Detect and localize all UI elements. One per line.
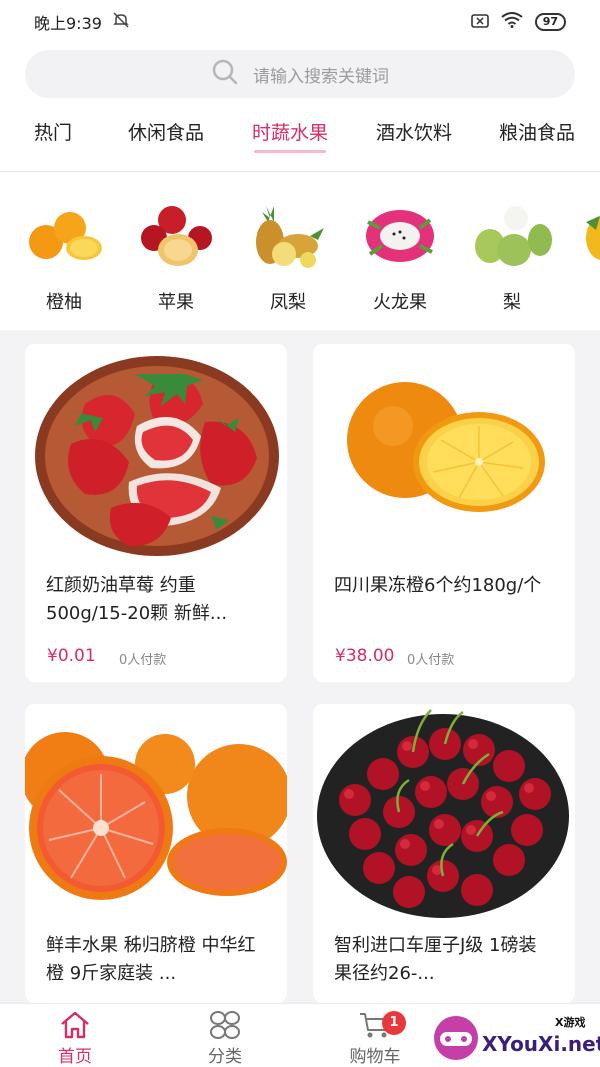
tab-hot[interactable]: 热门	[34, 118, 72, 145]
nav-cart[interactable]: 购物车 1	[325, 1010, 425, 1067]
product-card[interactable]: 红颜奶油草莓 约重500g/15-20颗 新鲜... ¥0.01 0人付款	[25, 344, 287, 682]
search-input[interactable]: 请输入搜索关键词	[25, 50, 575, 98]
nav-home[interactable]: 首页	[25, 1010, 125, 1067]
cherry-image	[313, 704, 575, 926]
status-bar: 晚上9:39 97	[0, 0, 600, 44]
watermark: X游戏 XYouXi.net	[430, 1008, 600, 1066]
category-icon	[210, 1011, 240, 1039]
blood-orange-image	[25, 704, 287, 926]
mango-icon	[586, 216, 600, 260]
battery-indicator: 97	[534, 13, 566, 31]
product-card[interactable]: 鲜丰水果 秭归脐橙 中华红橙 9斤家庭装 ...	[25, 704, 287, 1003]
status-time: 晚上9:39	[34, 14, 102, 33]
nav-category[interactable]: 分类	[175, 1010, 275, 1067]
subcategory-pear[interactable]: 梨	[462, 172, 562, 330]
product-sold-count: 0人付款	[119, 653, 167, 668]
mute-icon	[112, 11, 130, 33]
product-card[interactable]: 四川果冻橙6个约180g/个 ¥38.00 0人付款	[313, 344, 575, 682]
watermark-logo-icon	[434, 1016, 478, 1060]
product-title: 智利进口车厘子J级 1磅装 果径约26-...	[334, 935, 537, 984]
tab-fruits-vegetables[interactable]: 时蔬水果	[252, 118, 328, 153]
pineapple-icon	[256, 206, 324, 268]
search-placeholder: 请输入搜索关键词	[253, 66, 389, 87]
active-tab-indicator	[254, 150, 327, 153]
orange-icon	[29, 212, 102, 260]
wifi-icon	[501, 12, 523, 32]
product-sold-count: 0人付款	[407, 653, 455, 668]
home-icon	[61, 1011, 89, 1039]
product-title: 红颜奶油草莓 约重500g/15-20颗 新鲜...	[46, 575, 228, 624]
sim-icon	[470, 13, 489, 32]
strawberry-image	[25, 344, 287, 566]
subcategory-pineapple[interactable]: 凤梨	[238, 172, 338, 330]
subcategory-mango[interactable]	[574, 172, 600, 330]
tab-grain-oil[interactable]: 粮油食品	[499, 118, 575, 145]
tab-drinks[interactable]: 酒水饮料	[376, 118, 452, 145]
header: 请输入搜索关键词 热门 休闲食品 时蔬水果 酒水饮料 粮油食品	[0, 44, 600, 172]
cart-badge: 1	[382, 1011, 406, 1035]
dragonfruit-icon	[366, 210, 434, 262]
product-card[interactable]: 智利进口车厘子J级 1磅装 果径约26-...	[313, 704, 575, 1003]
subcategory-orange[interactable]: 橙柚	[14, 172, 114, 330]
product-price: ¥0.01	[47, 646, 96, 666]
product-title: 鲜丰水果 秭归脐橙 中华红橙 9斤家庭装 ...	[46, 935, 256, 984]
pear-icon	[475, 206, 552, 266]
tab-snacks[interactable]: 休闲食品	[128, 118, 204, 145]
watermark-small-text: X游戏	[555, 1016, 586, 1029]
subcategory-apple[interactable]: 苹果	[126, 172, 226, 330]
subcategory-dragonfruit[interactable]: 火龙果	[350, 172, 450, 330]
apple-icon	[141, 206, 212, 266]
watermark-text: XYouXi.net	[482, 1032, 600, 1056]
product-price: ¥38.00	[335, 646, 395, 666]
search-icon	[211, 58, 239, 91]
orange-image	[313, 344, 575, 566]
subcategory-row: 橙柚 苹果 凤梨 火龙果 梨	[0, 172, 600, 330]
product-title: 四川果冻橙6个约180g/个	[334, 575, 542, 596]
category-tabs: 热门 休闲食品 时蔬水果 酒水饮料 粮油食品	[0, 118, 600, 154]
